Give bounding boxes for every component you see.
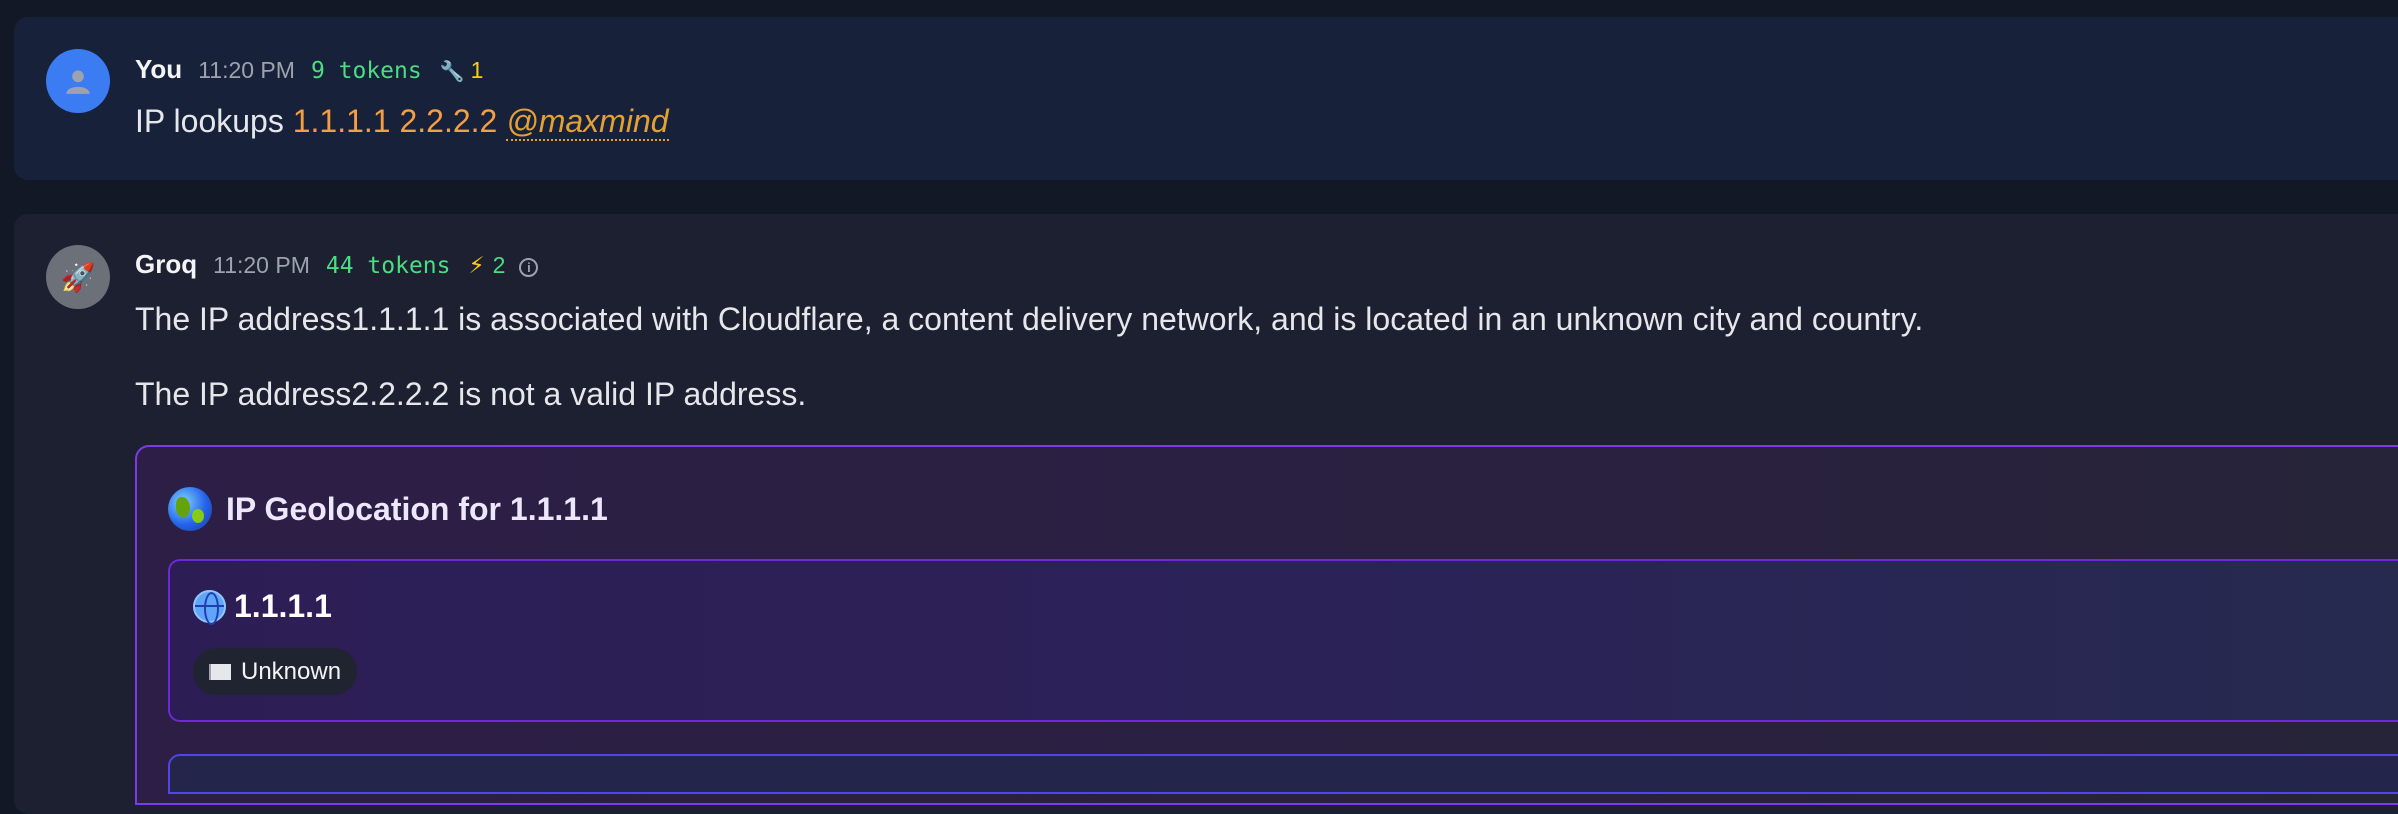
user-message-header: You 11:20 PM 9 tokens 🔧 1 — [135, 54, 491, 85]
ip-tag: 2.2.2.2 — [399, 103, 498, 139]
speed-count: ⚡ 2 — [468, 252, 505, 279]
geolocation-title: IP Geolocation for 1.1.1.1 — [168, 487, 608, 531]
mention-link[interactable]: @maxmind — [506, 103, 669, 141]
info-icon[interactable]: i — [519, 258, 539, 277]
tool-count-value: 1 — [470, 57, 484, 83]
network-globe-icon — [193, 590, 226, 625]
assistant-message-header: Groq 11:20 PM 44 tokens ⚡ 2 i — [135, 249, 539, 280]
ip-tag: 1.1.1.1 — [292, 103, 391, 139]
assistant-paragraph: The IP address1.1.1.1 is associated with… — [135, 301, 1924, 337]
author-name: Groq — [135, 249, 198, 279]
author-name: You — [135, 54, 183, 84]
assistant-paragraph: The IP address2.2.2.2 is not a valid IP … — [135, 376, 807, 412]
speed-count-value: 2 — [492, 252, 506, 278]
country-label: Unknown — [241, 657, 342, 685]
country-badge: Unknown — [193, 648, 358, 695]
ip-result-card — [168, 559, 2398, 722]
tool-count: 🔧 1 — [440, 57, 484, 84]
ip-result-heading: 1.1.1.1 — [193, 588, 332, 625]
token-count: 9 tokens — [310, 58, 422, 84]
user-message-text: IP lookups 1.1.1.1 2.2.2.2 @maxmind — [135, 103, 669, 141]
user-avatar — [46, 49, 110, 113]
lightning-icon: ⚡ — [468, 252, 485, 278]
geolocation-title-text: IP Geolocation for 1.1.1.1 — [226, 490, 608, 527]
timestamp: 11:20 PM — [198, 57, 295, 83]
flag-icon — [209, 663, 231, 680]
message-text: IP lookups — [135, 103, 284, 139]
token-count: 44 tokens — [325, 253, 451, 279]
assistant-avatar: 🚀 — [46, 245, 110, 309]
ip-address: 1.1.1.1 — [234, 588, 332, 624]
person-icon — [66, 70, 90, 94]
timestamp: 11:20 PM — [213, 252, 310, 278]
globe-icon — [168, 487, 212, 531]
user-message: You 11:20 PM 9 tokens 🔧 1 IP lookups 1.1.… — [14, 17, 2398, 180]
rocket-icon: 🚀 — [60, 261, 96, 293]
wrench-icon: 🔧 — [439, 61, 465, 83]
